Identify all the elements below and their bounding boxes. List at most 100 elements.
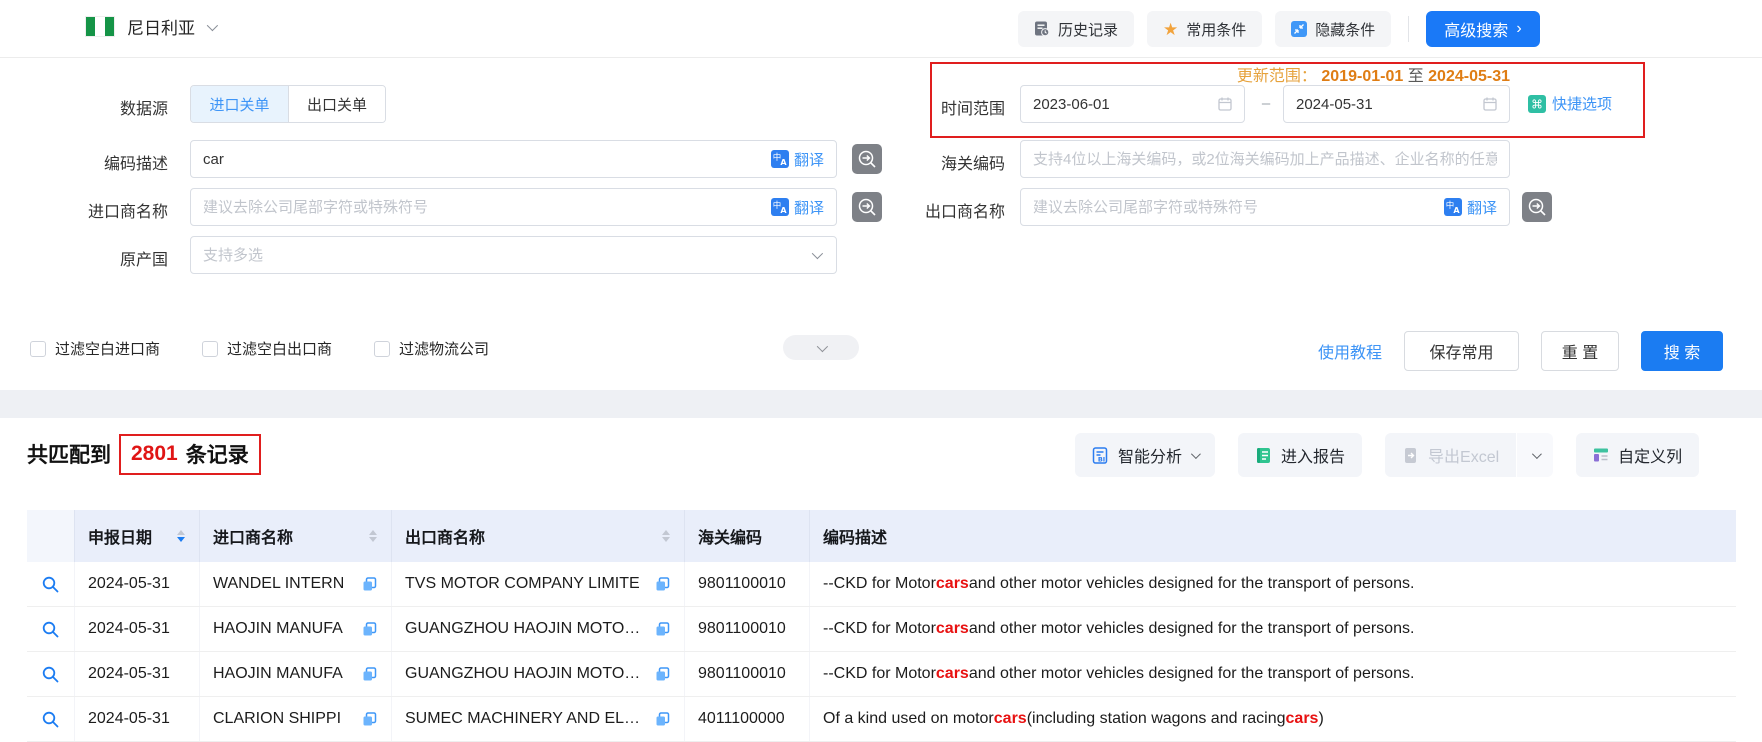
export-excel-button[interactable]: 导出Excel: [1385, 433, 1516, 477]
country-picker[interactable]: 尼日利亚: [85, 14, 215, 39]
copy-button[interactable]: [362, 712, 377, 727]
copy-icon: [655, 667, 670, 682]
copy-icon: [362, 712, 377, 727]
arrow-right-icon: ›: [1516, 20, 1521, 38]
section-divider: [0, 390, 1762, 418]
copy-button[interactable]: [655, 577, 670, 592]
cell-code-desc: --CKD for Motor cars and other motor veh…: [810, 652, 1736, 696]
hs-code-label: 海关编码: [885, 150, 1005, 174]
copy-button[interactable]: [655, 667, 670, 682]
report-icon: [1255, 447, 1272, 464]
collapse-icon: [1291, 21, 1307, 37]
cell-hs-code: 9801100010: [685, 562, 810, 606]
filter-checkboxes: 过滤空白进口商 过滤空白出口商 过滤物流公司: [30, 338, 489, 359]
calendar-icon: [1482, 96, 1498, 112]
cell-exporter: TVS MOTOR COMPANY LIMITE: [392, 562, 685, 606]
checkbox-logistics[interactable]: [374, 341, 390, 357]
circle-arrow-icon: [1526, 196, 1548, 218]
copy-icon: [655, 712, 670, 727]
origin-country-input[interactable]: [191, 237, 812, 273]
header-hs-code: 海关编码: [685, 510, 810, 562]
sort-icons[interactable]: [177, 530, 185, 542]
header-importer[interactable]: 进口商名称: [200, 510, 392, 562]
fuzzy-match-toggle[interactable]: [852, 192, 882, 222]
chevron-down-icon: [817, 340, 828, 351]
save-favorite-button[interactable]: 保存常用: [1404, 331, 1519, 371]
results-table: 申报日期 进口商名称 出口商名称 海关编码 编码描述 2024-05-31WAN…: [27, 510, 1736, 742]
sort-icons[interactable]: [662, 530, 670, 542]
cell-code-desc: --CKD for Motor cars and other motor veh…: [810, 607, 1736, 651]
checkbox-blank-importer[interactable]: [30, 341, 46, 357]
fuzzy-match-toggle[interactable]: [852, 144, 882, 174]
header-declare-date[interactable]: 申报日期: [75, 510, 200, 562]
custom-columns-icon: [1593, 447, 1609, 463]
hs-code-field: [1020, 140, 1510, 178]
sort-icons[interactable]: [369, 530, 377, 542]
translate-button[interactable]: 中A 翻译: [1444, 197, 1509, 218]
cell-importer: HAOJIN MANUFA: [200, 652, 392, 696]
reset-button[interactable]: 重 置: [1541, 331, 1619, 371]
svg-text:A: A: [1453, 206, 1460, 215]
exporter-input[interactable]: [1021, 189, 1444, 225]
date-from-input[interactable]: [1021, 86, 1217, 122]
results-summary: 共匹配到 2801 条记录: [27, 432, 261, 476]
calendar-icon: [1217, 96, 1233, 112]
enter-report-button[interactable]: 进入报告: [1238, 433, 1362, 477]
advanced-search-button[interactable]: 高级搜索›: [1426, 11, 1539, 47]
svg-text:A: A: [780, 206, 787, 215]
quick-options-link[interactable]: ⌘ 快捷选项: [1528, 93, 1612, 114]
importer-input[interactable]: [191, 189, 771, 225]
hide-conditions-button[interactable]: 隐藏条件: [1275, 11, 1391, 47]
cell-declare-date: 2024-05-31: [75, 697, 200, 741]
copy-button[interactable]: [362, 577, 377, 592]
translate-button[interactable]: 中A 翻译: [771, 149, 836, 170]
data-source-label: 数据源: [48, 95, 168, 119]
search-form: 更新范围： 2019-01-01 至 2024-05-31 数据源 进口关单 出…: [0, 58, 1762, 390]
code-desc-input[interactable]: [191, 141, 771, 177]
importer-label: 进口商名称: [48, 198, 168, 222]
cell-code-desc: Of a kind used on motor cars (including …: [810, 697, 1736, 741]
hs-code-input[interactable]: [1021, 141, 1509, 177]
cell-declare-date: 2024-05-31: [75, 562, 200, 606]
translate-button[interactable]: 中A 翻译: [771, 197, 836, 218]
checkbox-blank-exporter[interactable]: [202, 341, 218, 357]
favorites-button[interactable]: ★ 常用条件: [1147, 11, 1262, 47]
top-bar: 尼日利亚 历史记录 ★ 常用条件 隐藏条件 高级搜索›: [0, 0, 1762, 58]
origin-country-select[interactable]: [190, 236, 837, 274]
update-range-from: 2019-01-01: [1321, 68, 1403, 85]
cell-hs-code: 4011100000: [685, 697, 810, 741]
collapse-form-button[interactable]: [783, 335, 859, 360]
history-button[interactable]: 历史记录: [1018, 11, 1134, 47]
copy-icon: [362, 577, 377, 592]
header-exporter[interactable]: 出口商名称: [392, 510, 685, 562]
row-search-icon: [41, 575, 60, 594]
filter-blank-exporter: 过滤空白出口商: [202, 338, 332, 359]
tutorial-link[interactable]: 使用教程: [1318, 339, 1382, 363]
copy-button[interactable]: [655, 622, 670, 637]
tab-export-declarations[interactable]: 出口关单: [288, 86, 385, 122]
chevron-down-icon: [207, 19, 218, 30]
results-section: 共匹配到 2801 条记录 BI 智能分析 进入报告 导出Excel 自定义列: [0, 418, 1762, 742]
exporter-field: 中A 翻译: [1020, 188, 1510, 226]
search-button[interactable]: 搜 索: [1641, 331, 1723, 371]
date-range-separator: –: [1250, 94, 1282, 114]
row-detail-button[interactable]: [27, 562, 75, 606]
custom-columns-button[interactable]: 自定义列: [1576, 433, 1699, 477]
copy-button[interactable]: [362, 622, 377, 637]
tab-import-declarations[interactable]: 进口关单: [191, 86, 288, 122]
row-detail-button[interactable]: [27, 697, 75, 741]
copy-button[interactable]: [362, 667, 377, 682]
smart-analysis-button[interactable]: BI 智能分析: [1075, 433, 1215, 477]
translate-icon: 中A: [1444, 198, 1462, 216]
copy-button[interactable]: [655, 712, 670, 727]
cell-importer: WANDEL INTERN: [200, 562, 392, 606]
row-detail-button[interactable]: [27, 607, 75, 651]
cell-declare-date: 2024-05-31: [75, 652, 200, 696]
row-detail-button[interactable]: [27, 652, 75, 696]
history-icon: [1034, 21, 1050, 37]
export-excel-more-button[interactable]: [1516, 433, 1553, 477]
date-to-input[interactable]: [1284, 86, 1482, 122]
header-select-column: [27, 510, 75, 562]
fuzzy-match-toggle[interactable]: [1522, 192, 1552, 222]
cell-declare-date: 2024-05-31: [75, 607, 200, 651]
